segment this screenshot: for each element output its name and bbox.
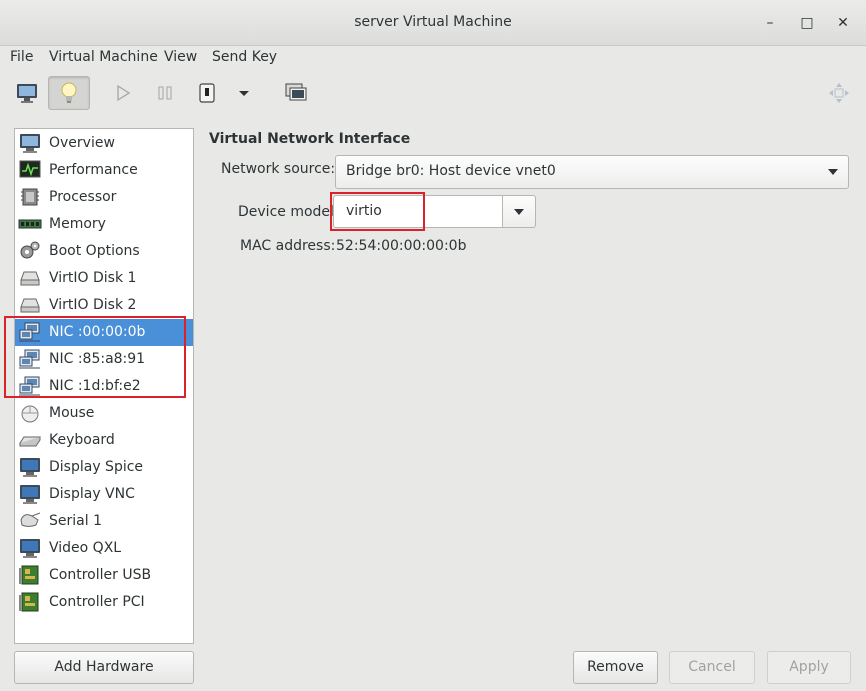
controller-icon	[19, 592, 39, 612]
monitor-icon	[17, 84, 37, 103]
mouse-icon	[21, 405, 39, 423]
maximize-button[interactable]: □	[796, 12, 818, 34]
sidebar-item-boot-options[interactable]: Boot Options	[15, 238, 193, 265]
sidebar-item-label: VirtIO Disk 2	[49, 297, 137, 313]
memory-icon	[18, 219, 42, 229]
disk-icon	[20, 271, 40, 286]
menu-send-key[interactable]: Send Key	[212, 49, 277, 65]
sidebar-item-label: NIC :00:00:0b	[49, 324, 146, 340]
remove-button[interactable]: Remove	[573, 651, 658, 684]
sidebar-item-controller-usb[interactable]: Controller USB	[15, 562, 193, 589]
snapshots-icon	[285, 83, 307, 101]
menu-view[interactable]: View	[164, 49, 197, 65]
apply-button[interactable]: Apply	[767, 651, 851, 684]
pause-button[interactable]	[150, 76, 180, 110]
chevron-down-icon	[514, 209, 524, 215]
shutdown-button[interactable]	[194, 76, 220, 110]
sidebar-item-label: Processor	[49, 189, 117, 205]
disk-icon	[20, 298, 40, 313]
console-button[interactable]	[10, 76, 44, 110]
fullscreen-icon	[829, 83, 849, 103]
sidebar-item-label: Overview	[49, 135, 115, 151]
run-button[interactable]	[108, 76, 138, 110]
keyboard-icon	[19, 436, 41, 447]
sidebar-item-video-qxl[interactable]: Video QXL	[15, 535, 193, 562]
fullscreen-button[interactable]	[824, 76, 854, 110]
sidebar-item-label: Mouse	[49, 405, 95, 421]
sidebar-item-label: VirtIO Disk 1	[49, 270, 137, 286]
sidebar-item-label: Display Spice	[49, 459, 144, 475]
sidebar-item-processor[interactable]: Processor	[15, 184, 193, 211]
sidebar-item-label: NIC :85:a8:91	[49, 351, 146, 367]
gears-icon	[20, 241, 40, 259]
sidebar-item-label: Controller USB	[49, 567, 152, 583]
network-icon	[19, 322, 40, 342]
network-icon	[19, 376, 40, 396]
sidebar-item-label: Keyboard	[49, 432, 115, 448]
shutdown-menu-icon	[239, 91, 249, 96]
processor-icon	[21, 188, 39, 206]
sidebar-item-label: Display VNC	[49, 486, 135, 502]
chevron-down-icon	[828, 169, 838, 175]
title-bar: server Virtual Machine – □ ✕	[0, 0, 866, 46]
network-icon	[19, 349, 40, 369]
sidebar-item-label: Performance	[49, 162, 138, 178]
device-model-dropdown-button[interactable]	[503, 195, 536, 228]
menu-bar: File Virtual Machine View Send Key	[0, 46, 866, 70]
device-model-input[interactable]: virtio	[333, 195, 503, 228]
snapshots-button[interactable]	[280, 76, 312, 110]
shutdown-menu-button[interactable]	[230, 76, 258, 110]
sidebar-item-label: NIC :1d:bf:e2	[49, 378, 141, 394]
sidebar-item-label: Controller PCI	[49, 594, 145, 610]
panel-title: Virtual Network Interface	[209, 131, 411, 147]
device-model-label: Device model:	[238, 204, 339, 220]
sidebar-item-performance[interactable]: Performance	[15, 157, 193, 184]
toolbar	[0, 70, 866, 116]
add-hardware-button[interactable]: Add Hardware	[14, 651, 194, 684]
sidebar-item-nic-1d-bf-e2[interactable]: NIC :1d:bf:e2	[15, 373, 193, 400]
sidebar-item-label: Serial 1	[49, 513, 102, 529]
close-button[interactable]: ✕	[832, 12, 854, 34]
sidebar-item-keyboard[interactable]: Keyboard	[15, 427, 193, 454]
sidebar-item-serial-1[interactable]: Serial 1	[15, 508, 193, 535]
monitor-icon	[20, 458, 40, 477]
performance-icon	[19, 160, 41, 178]
monitor-icon	[20, 539, 40, 558]
sidebar-item-label: Boot Options	[49, 243, 140, 259]
pause-icon	[158, 86, 172, 100]
controller-icon	[19, 565, 39, 585]
sidebar-item-memory[interactable]: Memory	[15, 211, 193, 238]
network-source-label: Network source:	[221, 161, 336, 177]
sidebar-item-nic-85-a8-91[interactable]: NIC :85:a8:91	[15, 346, 193, 373]
device-model-value: virtio	[346, 203, 382, 219]
sidebar-item-virtio-disk-2[interactable]: VirtIO Disk 2	[15, 292, 193, 319]
monitor-icon	[20, 485, 40, 504]
sidebar-item-label: Video QXL	[49, 540, 122, 556]
sidebar-item-virtio-disk-1[interactable]: VirtIO Disk 1	[15, 265, 193, 292]
run-icon	[117, 84, 131, 102]
window-title: server Virtual Machine	[354, 14, 512, 30]
mac-address-value: 52:54:00:00:00:0b	[336, 238, 467, 254]
shutdown-icon	[199, 83, 215, 103]
sidebar-item-mouse[interactable]: Mouse	[15, 400, 193, 427]
mac-address-label: MAC address:	[240, 238, 336, 254]
sidebar-item-controller-pci[interactable]: Controller PCI	[15, 589, 193, 616]
sidebar-item-display-spice[interactable]: Display Spice	[15, 454, 193, 481]
menu-virtual-machine[interactable]: Virtual Machine	[49, 49, 158, 65]
details-button[interactable]	[48, 76, 90, 110]
sidebar-item-label: Memory	[49, 216, 106, 232]
network-source-combo[interactable]: Bridge br0: Host device vnet0	[335, 155, 849, 189]
monitor-icon	[20, 134, 40, 153]
sidebar-item-overview[interactable]: Overview	[15, 130, 193, 157]
hardware-list[interactable]: Overview Performance Processor Memory Bo…	[14, 128, 194, 644]
minimize-button[interactable]: –	[759, 12, 781, 34]
lightbulb-icon	[61, 82, 77, 103]
cancel-button[interactable]: Cancel	[669, 651, 755, 684]
serial-icon	[20, 512, 41, 527]
network-source-value: Bridge br0: Host device vnet0	[346, 163, 556, 179]
menu-file[interactable]: File	[10, 49, 33, 65]
sidebar-item-display-vnc[interactable]: Display VNC	[15, 481, 193, 508]
sidebar-item-nic-00-00-0b[interactable]: NIC :00:00:0b	[15, 319, 193, 346]
